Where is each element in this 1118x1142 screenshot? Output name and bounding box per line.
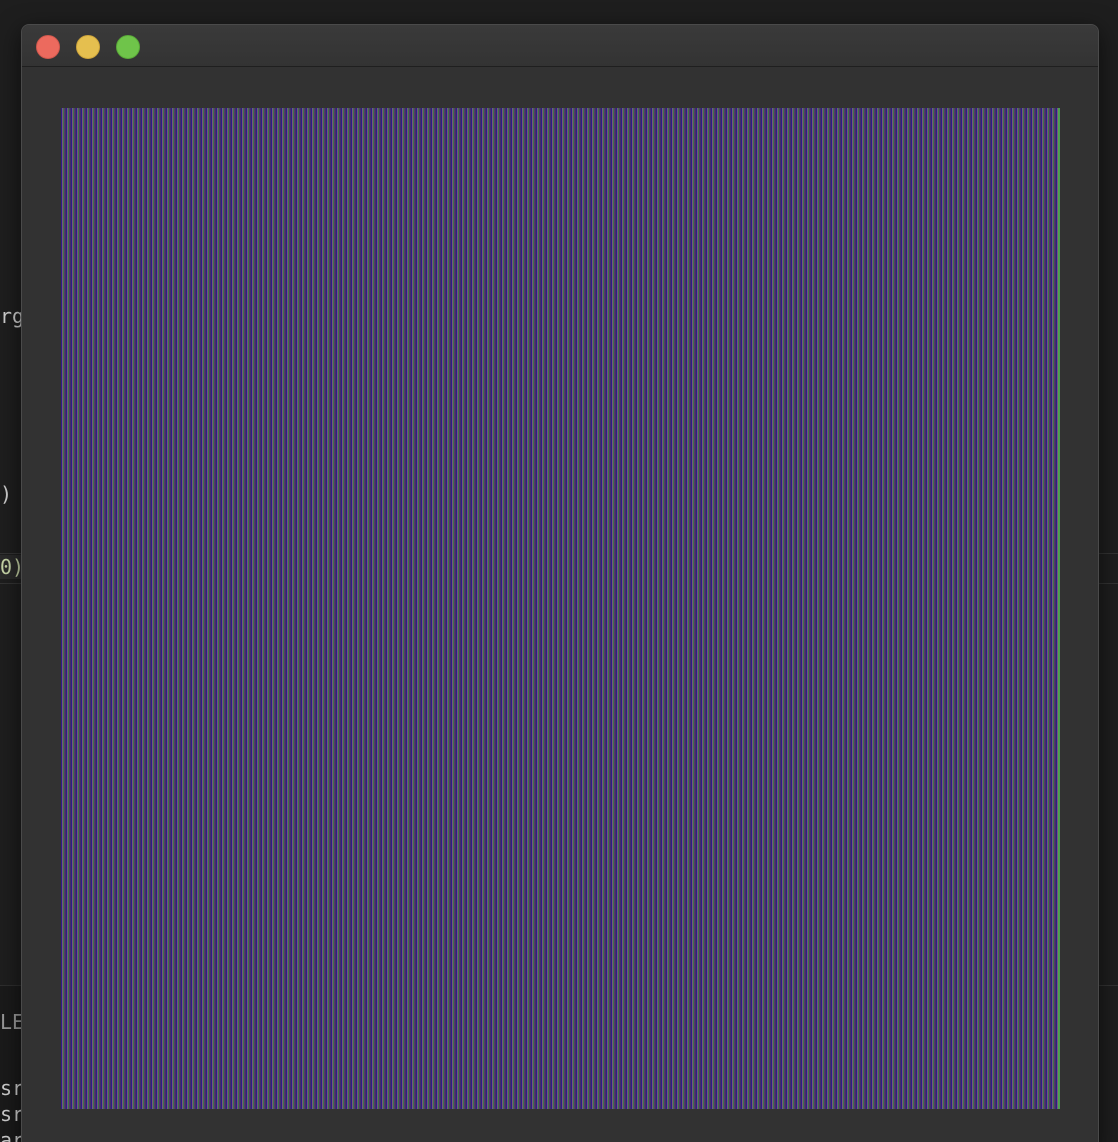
editor-divider [1100, 583, 1118, 584]
striped-image [61, 108, 1060, 1109]
editor-code-fragment: ) [0, 482, 13, 506]
window-content [22, 67, 1098, 1142]
image-viewer-window[interactable] [21, 24, 1099, 1142]
editor-divider [1100, 553, 1118, 554]
close-button[interactable] [36, 35, 60, 59]
window-titlebar[interactable] [22, 25, 1098, 67]
editor-divider [1100, 985, 1118, 986]
editor-right-edge [1100, 0, 1118, 1142]
image-right-edge [1058, 108, 1060, 1109]
minimize-button[interactable] [76, 35, 100, 59]
maximize-button[interactable] [116, 35, 140, 59]
screen: rg ) 0) LE sr sr ar [0, 0, 1118, 1142]
